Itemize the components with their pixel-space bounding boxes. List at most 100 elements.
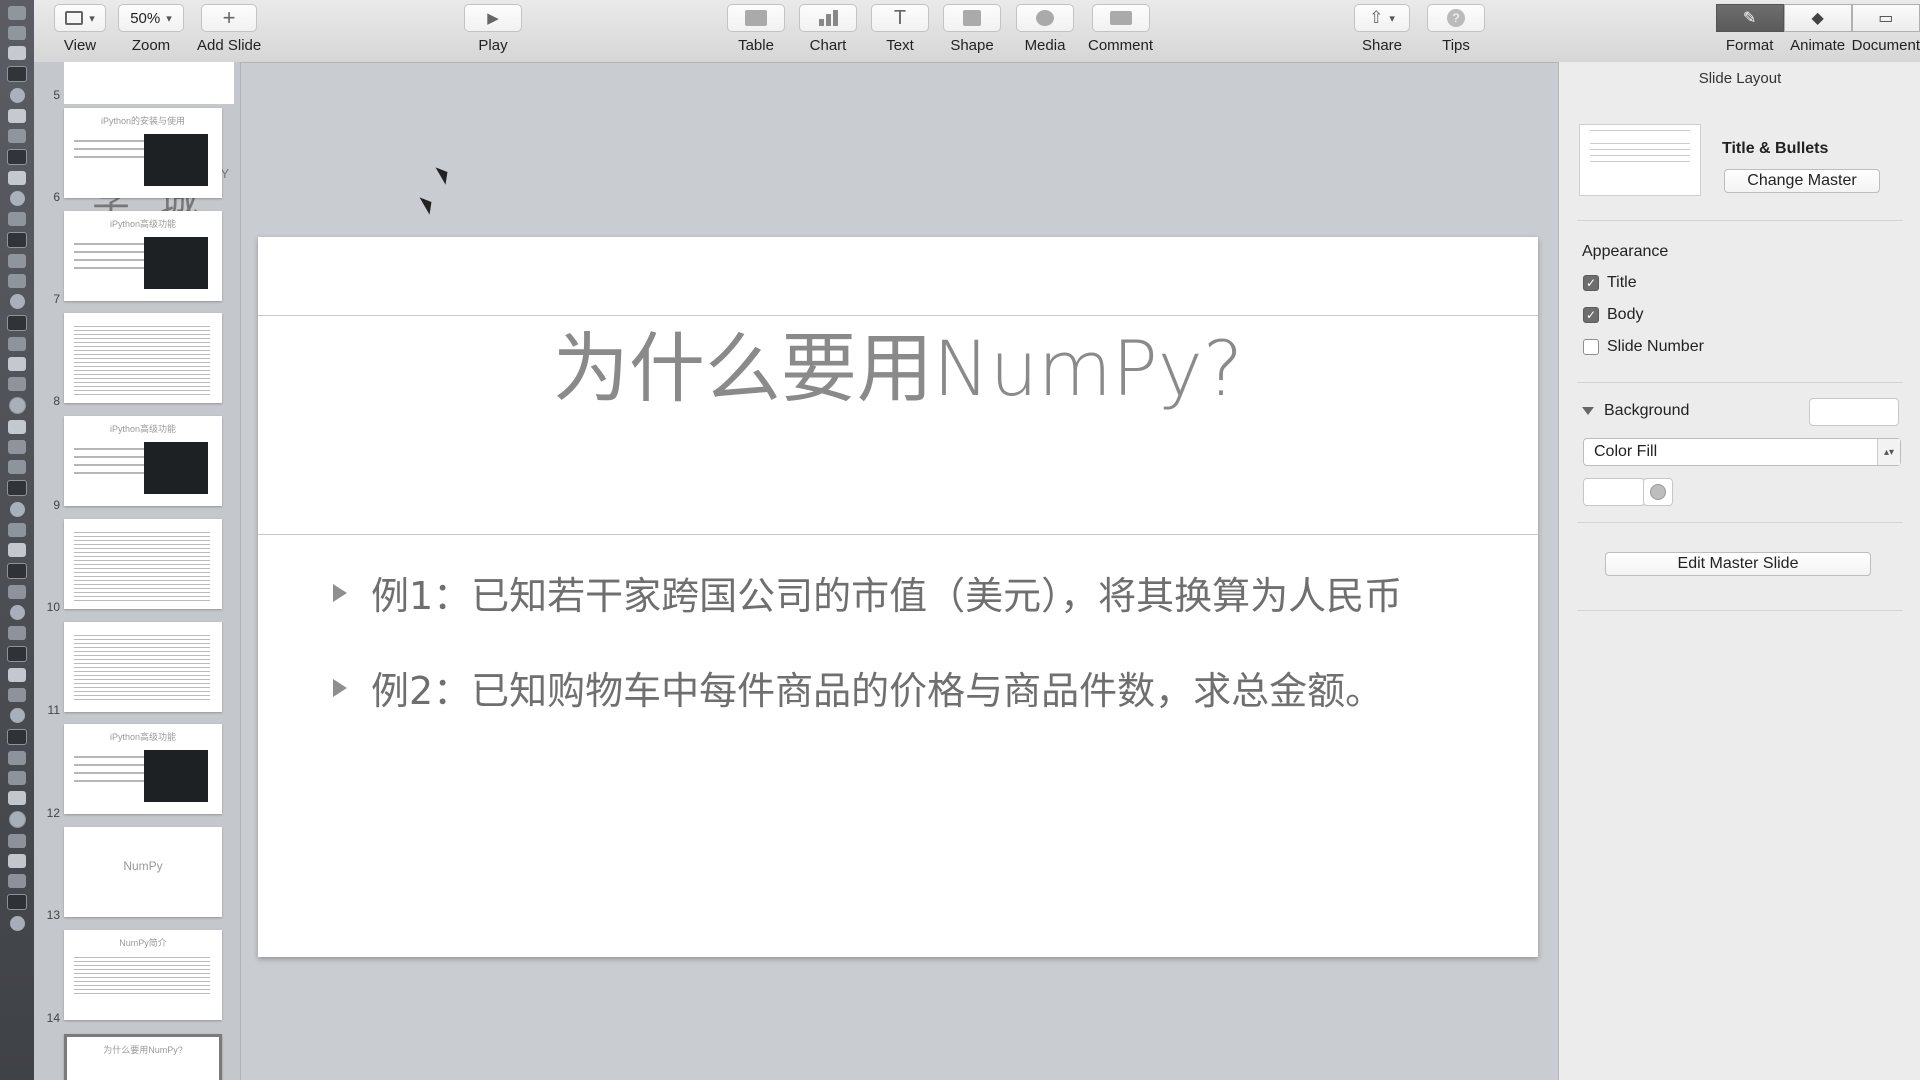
dock-app-icon[interactable] <box>8 834 26 848</box>
dock-app-icon[interactable] <box>9 502 25 517</box>
dock-app-icon[interactable] <box>8 397 26 414</box>
table-control[interactable]: Table <box>727 4 785 54</box>
layout-thumbnail[interactable] <box>1579 124 1701 196</box>
text-control[interactable]: T Text <box>871 4 929 54</box>
slide-thumbnail[interactable] <box>64 622 222 712</box>
change-master-button[interactable]: Change Master <box>1724 169 1880 193</box>
slide-thumbnail[interactable]: iPython高级功能 <box>64 724 222 814</box>
dock-app-icon[interactable] <box>8 668 26 682</box>
slide-thumbnail-selected[interactable]: 为什么要用NumPy? <box>64 1034 222 1080</box>
comment-control[interactable]: Comment <box>1088 4 1153 54</box>
dock-app-icon[interactable] <box>8 377 26 391</box>
slide-number-checkbox-row[interactable]: Slide Number <box>1583 338 1704 356</box>
format-button[interactable]: ✎ <box>1715 4 1784 32</box>
background-color-preview[interactable] <box>1809 398 1899 426</box>
dock-app-icon[interactable] <box>9 88 25 103</box>
background-section-toggle[interactable]: Background <box>1582 402 1689 420</box>
comment-button[interactable] <box>1091 4 1150 32</box>
dock-app-icon[interactable] <box>8 523 26 537</box>
view-button[interactable]: ▾ <box>54 4 106 32</box>
title-checkbox-row[interactable]: ✓ Title <box>1583 274 1637 292</box>
shape-control[interactable]: Shape <box>943 4 1001 54</box>
add-slide-button[interactable]: + <box>201 4 258 32</box>
dock-app-icon[interactable] <box>9 191 25 206</box>
play-button[interactable]: ▶ <box>464 4 522 32</box>
dock-app-icon[interactable] <box>8 688 26 702</box>
fill-type-select[interactable]: Color Fill ▴▾ <box>1583 438 1901 466</box>
slide-thumbnail[interactable] <box>64 62 234 104</box>
dock-app-icon[interactable] <box>8 274 26 288</box>
slide-thumbnail[interactable]: NumPy简介 <box>64 930 222 1020</box>
play-control[interactable]: ▶ Play <box>464 4 522 54</box>
dock-app-icon[interactable] <box>7 232 27 248</box>
dock-app-icon[interactable] <box>8 337 26 351</box>
dock-app-icon[interactable] <box>8 585 26 599</box>
slide-navigator[interactable]: 5 路飞学城 LUFFYCITY iPython的安装与使用 6 iPython… <box>34 62 241 1080</box>
dock-app-icon[interactable] <box>8 543 26 557</box>
animate-tab[interactable]: ◆ Animate <box>1783 4 1852 54</box>
dock-app-icon[interactable] <box>8 791 26 805</box>
slide-thumbnail[interactable] <box>64 519 222 609</box>
dock-app-icon[interactable] <box>9 605 25 620</box>
dock-app-icon[interactable] <box>8 26 26 40</box>
dock-app-icon[interactable] <box>7 149 27 165</box>
add-slide-control[interactable]: + Add Slide <box>197 4 261 54</box>
dock-app-icon[interactable] <box>8 626 26 640</box>
view-control[interactable]: ▾ View <box>54 4 106 54</box>
dock-app-icon[interactable] <box>9 294 25 309</box>
dock-app-icon[interactable] <box>8 751 26 765</box>
dock-app-icon[interactable] <box>8 129 26 143</box>
media-button[interactable] <box>1016 4 1074 32</box>
dock-app-icon[interactable] <box>8 771 26 785</box>
color-well[interactable] <box>1583 478 1645 506</box>
slide-thumbnail[interactable]: iPython高级功能 <box>64 416 222 506</box>
dock-app-icon[interactable] <box>7 66 27 82</box>
chart-control[interactable]: Chart <box>799 4 857 54</box>
color-picker-button[interactable] <box>1643 478 1673 506</box>
bullet-item[interactable]: 例1：已知若干家跨国公司的市值（美元），将其换算为人民币 <box>333 565 1402 620</box>
slide-thumbnail[interactable] <box>64 313 222 403</box>
dock-app-icon[interactable] <box>7 646 27 662</box>
dock-app-icon[interactable] <box>7 563 27 579</box>
title-checkbox[interactable]: ✓ <box>1583 275 1599 291</box>
dock-app-icon[interactable] <box>9 708 25 723</box>
document-button[interactable]: ▭ <box>1851 4 1920 32</box>
dock-app-icon[interactable] <box>8 460 26 474</box>
tips-control[interactable]: ? Tips <box>1427 4 1485 54</box>
slide-thumbnail[interactable]: iPython的安装与使用 <box>64 108 222 198</box>
share-button[interactable]: ⇧ ▾ <box>1354 4 1410 32</box>
text-button[interactable]: T <box>871 4 929 32</box>
dock-app-icon[interactable] <box>8 811 26 828</box>
dock-app-icon[interactable] <box>8 6 26 20</box>
dock-app-icon[interactable] <box>7 480 27 496</box>
dock-app-icon[interactable] <box>7 315 27 331</box>
dock-app-icon[interactable] <box>8 171 26 185</box>
slide-canvas[interactable]: 为什么要用NumPy? 例1：已知若干家跨国公司的市值（美元），将其换算为人民币… <box>258 237 1538 957</box>
dock-app-icon[interactable] <box>8 212 26 226</box>
document-tab[interactable]: ▭ Document <box>1852 4 1920 54</box>
dock-app-icon[interactable] <box>8 254 26 268</box>
chart-button[interactable] <box>799 4 857 32</box>
dock-app-icon[interactable] <box>8 357 26 371</box>
tips-button[interactable]: ? <box>1427 4 1485 32</box>
dock-app-icon[interactable] <box>8 854 26 868</box>
slide-title[interactable]: 为什么要用NumPy? <box>258 307 1538 417</box>
body-checkbox[interactable]: ✓ <box>1583 307 1599 323</box>
dock-app-icon[interactable] <box>8 420 26 434</box>
dock-app-icon[interactable] <box>7 729 27 745</box>
table-button[interactable] <box>727 4 785 32</box>
dock-app-icon[interactable] <box>8 874 26 888</box>
animate-button[interactable]: ◆ <box>1783 4 1852 32</box>
edit-master-slide-button[interactable]: Edit Master Slide <box>1605 552 1871 576</box>
format-tab[interactable]: ✎ Format <box>1715 4 1784 54</box>
dock-app-icon[interactable] <box>8 46 26 60</box>
dock-app-icon[interactable] <box>8 109 26 123</box>
zoom-control[interactable]: 50% ▾ Zoom <box>118 4 184 54</box>
body-checkbox-row[interactable]: ✓ Body <box>1583 306 1643 324</box>
bullet-item[interactable]: 例2：已知购物车中每件商品的价格与商品件数，求总金额。 <box>333 660 1383 715</box>
zoom-select[interactable]: 50% ▾ <box>118 4 184 32</box>
shape-button[interactable] <box>943 4 1001 32</box>
slide-number-checkbox[interactable] <box>1583 339 1599 355</box>
slide-thumbnail[interactable]: NumPy <box>64 827 222 917</box>
media-control[interactable]: Media <box>1016 4 1074 54</box>
